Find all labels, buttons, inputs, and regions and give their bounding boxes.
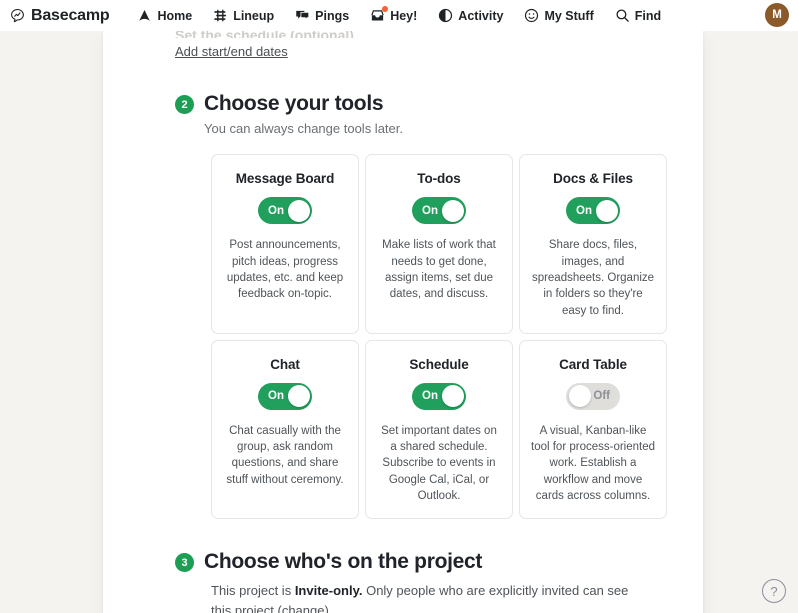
tool-name: Schedule <box>409 356 469 372</box>
nav-item-home[interactable]: Home <box>137 8 192 23</box>
nav-item-activity-label: Activity <box>458 8 504 23</box>
hey-notification-badge <box>382 6 389 12</box>
tool-description: Set important dates on a shared schedule… <box>381 424 497 503</box>
pings-icon <box>295 8 310 23</box>
tool-toggle-to-dos[interactable]: On <box>412 197 466 225</box>
toggle-knob <box>287 385 310 408</box>
choose-tools-title: Choose your tools <box>204 92 384 115</box>
choose-people-heading: 3 Choose who's on the project <box>175 549 667 574</box>
tool-card-docs-and-files[interactable]: Docs & Files On Share docs, files, image… <box>519 154 667 334</box>
tool-name: To-dos <box>417 171 461 187</box>
privacy-prefix: This project is <box>211 582 295 598</box>
toggle-knob <box>441 385 464 408</box>
choose-tools-subtitle: You can always change tools later. <box>204 121 403 137</box>
nav-item-lineup-label: Lineup <box>233 8 275 23</box>
tool-description: Share docs, files, images, and spreadshe… <box>531 239 655 317</box>
top-navigation-bar: Basecamp Home Lineup Pings Hey! Activity… <box>0 0 798 31</box>
schedule-section-title: Set the schedule (optional) <box>175 31 667 38</box>
toggle-knob <box>441 199 464 222</box>
toggle-knob <box>287 199 310 222</box>
lineup-icon <box>213 8 228 23</box>
tool-card-card-table[interactable]: Card Table Off A visual, Kanban-like too… <box>519 339 667 520</box>
tool-description: Make lists of work that needs to get don… <box>382 239 496 301</box>
choose-tools-heading: 2 Choose your tools <box>175 91 667 116</box>
privacy-mode: Invite-only. <box>294 582 363 598</box>
toggle-label: On <box>576 204 592 217</box>
nav-item-home-label: Home <box>157 8 193 23</box>
nav-item-find[interactable]: Find <box>615 8 661 23</box>
activity-icon <box>438 8 453 23</box>
tool-toggle-message-board[interactable]: On <box>258 197 312 225</box>
tool-card-message-board[interactable]: Message Board On Post announcements, pit… <box>211 154 359 334</box>
tool-name: Chat <box>270 356 300 372</box>
toggle-knob <box>568 385 591 408</box>
tool-name: Message Board <box>235 171 335 187</box>
tool-description: Chat casually with the group, ask random… <box>226 424 344 486</box>
privacy-close: ) <box>324 602 329 613</box>
smiley-icon <box>524 8 539 23</box>
page-body: Set the schedule (optional) Add start/en… <box>0 31 798 613</box>
new-project-setup-card: Set the schedule (optional) Add start/en… <box>103 31 703 613</box>
nav-item-hey[interactable]: Hey! <box>370 6 418 23</box>
avatar-initial: M <box>772 9 782 21</box>
primary-nav-items: Home Lineup Pings Hey! Activity My Stuff… <box>137 6 661 23</box>
privacy-statement: This project is Invite-only. Only people… <box>211 581 631 613</box>
choose-people-section: 3 Choose who's on the project This proje… <box>139 549 667 613</box>
nav-item-pings[interactable]: Pings <box>295 8 349 23</box>
card-content: Set the schedule (optional) Add start/en… <box>103 31 703 613</box>
tools-grid: Message Board On Post announcements, pit… <box>211 154 667 520</box>
help-button[interactable]: ? <box>762 579 786 603</box>
toggle-label: On <box>268 204 284 217</box>
tool-toggle-card-table[interactable]: Off <box>566 382 620 410</box>
step-badge-3: 3 <box>175 553 194 573</box>
basecamp-logo-icon <box>10 8 25 23</box>
tool-card-schedule[interactable]: Schedule On Set important dates on a sha… <box>365 339 513 520</box>
tool-card-to-dos[interactable]: To-dos On Make lists of work that needs … <box>365 154 513 334</box>
nav-item-my-stuff-label: My Stuff <box>544 8 594 23</box>
step-badge-2: 2 <box>175 95 194 114</box>
tool-toggle-schedule[interactable]: On <box>412 382 466 410</box>
home-icon <box>137 8 152 23</box>
toggle-label: On <box>422 390 438 403</box>
toggle-knob <box>595 199 618 222</box>
schedule-section-remnant: Set the schedule (optional) Add start/en… <box>175 31 667 61</box>
nav-item-my-stuff[interactable]: My Stuff <box>524 8 594 23</box>
tool-card-chat[interactable]: Chat On Chat casually with the group, as… <box>211 339 359 520</box>
nav-item-find-label: Find <box>634 8 662 23</box>
tool-toggle-docs-and-files[interactable]: On <box>566 197 620 225</box>
choose-people-title: Choose who's on the project <box>204 550 483 574</box>
choose-tools-section: 2 Choose your tools You can always chang… <box>139 91 667 520</box>
tool-description: A visual, Kanban-like tool for process-o… <box>531 424 656 503</box>
tool-toggle-chat[interactable]: On <box>258 382 312 410</box>
toggle-label: On <box>422 204 438 217</box>
tool-name: Docs & Files <box>553 171 633 187</box>
tool-description: Post announcements, pitch ideas, progres… <box>226 239 344 301</box>
nav-item-pings-label: Pings <box>315 8 350 23</box>
nav-item-hey-label: Hey! <box>390 8 418 23</box>
toggle-label: Off <box>593 390 610 403</box>
hey-inbox-icon <box>370 6 389 23</box>
choose-people-body: This project is Invite-only. Only people… <box>211 581 631 613</box>
avatar[interactable]: M <box>765 3 789 27</box>
search-icon <box>615 8 630 23</box>
toggle-label: On <box>268 390 284 403</box>
change-privacy-link[interactable]: change <box>282 603 325 613</box>
basecamp-brand[interactable]: Basecamp <box>10 6 110 25</box>
nav-item-lineup[interactable]: Lineup <box>213 8 274 23</box>
tool-name: Card Table <box>559 356 627 372</box>
nav-item-activity[interactable]: Activity <box>438 8 503 23</box>
question-mark-icon: ? <box>770 583 778 599</box>
brand-label: Basecamp <box>31 6 110 24</box>
add-start-end-dates-link[interactable]: Add start/end dates <box>175 44 288 59</box>
